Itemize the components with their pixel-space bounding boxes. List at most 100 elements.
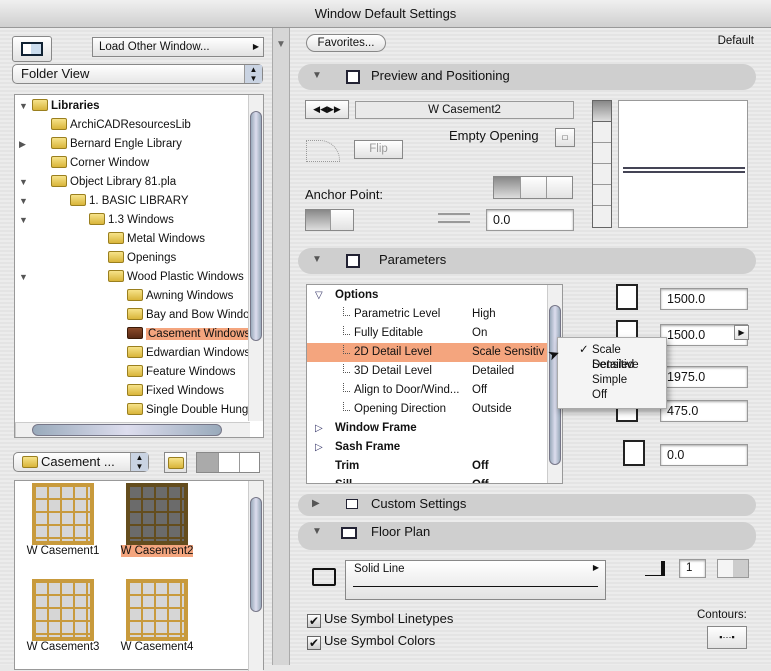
collapsed-triangle-icon[interactable]: ▶: [19, 135, 26, 154]
dimension-input[interactable]: 1500.0: [660, 288, 748, 310]
expanded-triangle-icon[interactable]: ▼: [19, 192, 28, 211]
tree-vertical-scrollbar[interactable]: [248, 95, 263, 421]
expanded-triangle-icon[interactable]: ▽: [315, 286, 323, 305]
large-icons-view-button[interactable]: [197, 453, 218, 472]
view-mode-select[interactable]: Folder View ▲ ▼: [12, 64, 263, 84]
expanded-triangle-icon[interactable]: ▼: [19, 173, 28, 192]
prev-next-buttons[interactable]: ◀◀▶▶: [305, 100, 349, 119]
checkbox-checked-icon[interactable]: ✔: [307, 614, 321, 628]
list-view-button[interactable]: [239, 453, 260, 472]
empty-opening-toggle[interactable]: □: [555, 128, 575, 147]
next-icon[interactable]: ▶▶: [327, 104, 341, 114]
section-view-button[interactable]: [593, 143, 611, 164]
expanded-triangle-icon[interactable]: ▼: [19, 211, 28, 230]
expanded-triangle-icon[interactable]: ▼: [19, 268, 28, 287]
tree-item[interactable]: Feature Windows: [15, 363, 249, 382]
tree-item[interactable]: Metal Windows: [15, 230, 249, 249]
list-view-button[interactable]: [593, 206, 611, 226]
tree-item[interactable]: Fixed Windows: [15, 382, 249, 401]
checkbox-checked-icon[interactable]: ✔: [307, 636, 321, 650]
panel-divider[interactable]: ▼: [272, 28, 290, 665]
parameter-row[interactable]: Sill Off: [307, 476, 557, 483]
dimension-link-button[interactable]: ▶: [734, 325, 749, 340]
tree-item[interactable]: ▼ Object Library 81.pla: [15, 173, 249, 192]
pen-color-swatch[interactable]: [717, 559, 749, 578]
collapsed-triangle-icon[interactable]: ▷: [315, 438, 323, 457]
tree-item[interactable]: ▼ 1. BASIC LIBRARY: [15, 192, 249, 211]
expanded-triangle-icon[interactable]: ▼: [19, 97, 28, 116]
use-symbol-linetypes-checkbox[interactable]: ✔ Use Symbol Linetypes: [307, 611, 453, 628]
anchor-offset-input[interactable]: 0.0: [486, 209, 574, 231]
section-parameters[interactable]: ▼ Parameters: [298, 248, 756, 274]
object-item[interactable]: W Casement4: [112, 579, 202, 653]
parameter-row[interactable]: ▽ Options: [307, 286, 557, 305]
parameter-row[interactable]: 2D Detail Level Scale Sensitiv: [307, 343, 557, 362]
collapse-arrow-icon[interactable]: ▼: [276, 39, 286, 50]
side-view-button[interactable]: [593, 185, 611, 206]
parameter-value[interactable]: Detailed: [472, 362, 514, 381]
parameter-row[interactable]: ▷ Sash Frame: [307, 438, 557, 457]
anchor-type-3[interactable]: [546, 177, 572, 198]
contours-select[interactable]: ▪⋯▪: [707, 626, 747, 649]
tree-item[interactable]: ArchiCADResourcesLib: [15, 116, 249, 135]
scroll-thumb[interactable]: [250, 497, 262, 612]
dimension-input[interactable]: 0.0: [660, 444, 748, 466]
dimension-input[interactable]: 475.0: [660, 400, 748, 422]
parameter-row[interactable]: Opening Direction Outside: [307, 400, 557, 419]
parameter-row[interactable]: 3D Detail Level Detailed: [307, 362, 557, 381]
tree-item[interactable]: Edwardian Windows: [15, 344, 250, 363]
tree-item[interactable]: Single Double Hung: [15, 401, 249, 420]
dimension-input[interactable]: 1975.0: [660, 366, 748, 388]
menu-item[interactable]: Off: [575, 388, 666, 403]
section-floor-plan[interactable]: ▼ Floor Plan: [298, 522, 756, 550]
anchor-left[interactable]: [306, 210, 330, 230]
tree-item[interactable]: ▶ Bernard Engle Library: [15, 135, 249, 154]
parameter-value[interactable]: Outside: [472, 400, 512, 419]
section-custom-settings[interactable]: ▶ Custom Settings: [298, 494, 756, 516]
parameter-value[interactable]: Scale Sensitiv: [472, 343, 544, 362]
collapsed-triangle-icon[interactable]: ▷: [315, 419, 323, 438]
use-symbol-colors-checkbox[interactable]: ✔ Use Symbol Colors: [307, 633, 435, 650]
section-preview-and-positioning[interactable]: ▼ Preview and Positioning: [298, 64, 756, 90]
load-other-window-button[interactable]: Load Other Window... ▶: [92, 37, 264, 57]
parameter-row[interactable]: ▷ Window Frame: [307, 419, 557, 438]
elevation-view-button[interactable]: [593, 122, 611, 143]
tree-item[interactable]: Bay and Bow Windo: [15, 306, 250, 325]
menu-item[interactable]: Detailed: [575, 358, 666, 373]
plan-view-button[interactable]: [593, 101, 611, 122]
line-type-select[interactable]: Solid Line ▶: [345, 560, 606, 600]
object-item[interactable]: W Casement1: [18, 483, 108, 557]
anchor-right[interactable]: [330, 210, 354, 230]
tree-item[interactable]: Corner Window: [15, 154, 249, 173]
parameter-row[interactable]: Trim Off: [307, 457, 557, 476]
parameter-value[interactable]: On: [472, 324, 487, 343]
scroll-thumb[interactable]: [250, 111, 262, 341]
menu-item[interactable]: Simple: [575, 373, 666, 388]
parameter-value[interactable]: Off: [472, 476, 489, 483]
tree-horizontal-scrollbar[interactable]: [15, 422, 250, 437]
parameter-row[interactable]: Parametric Level High: [307, 305, 557, 324]
menu-item[interactable]: ✓ Scale Sensitive: [575, 343, 666, 371]
small-icons-view-button[interactable]: [218, 453, 239, 472]
anchor-type-1[interactable]: [494, 177, 520, 198]
parameter-value[interactable]: High: [472, 305, 496, 324]
parameter-value[interactable]: Off: [472, 457, 489, 476]
parameter-value[interactable]: Off: [472, 381, 487, 400]
anchor-type-2[interactable]: [520, 177, 546, 198]
3d-view-button[interactable]: [593, 164, 611, 185]
object-item[interactable]: W Casement2: [112, 483, 202, 557]
tree-item[interactable]: ▼ Libraries: [15, 97, 249, 116]
previous-icon[interactable]: ◀◀: [313, 104, 327, 114]
parent-folder-button[interactable]: [164, 452, 187, 473]
tree-item[interactable]: Openings: [15, 249, 249, 268]
flip-button[interactable]: Flip: [354, 140, 403, 159]
h-scroll-thumb[interactable]: [32, 424, 222, 436]
pen-number-input[interactable]: 1: [679, 559, 706, 578]
folder-popup[interactable]: Casement ... ▲ ▼: [13, 452, 149, 472]
parameter-row[interactable]: Align to Door/Wind... Off: [307, 381, 557, 400]
tree-item[interactable]: Awning Windows: [15, 287, 249, 306]
tree-item[interactable]: Casement Windows: [15, 325, 253, 344]
layout-menu-button[interactable]: [12, 36, 52, 62]
tree-item[interactable]: ▼ 1.3 Windows: [15, 211, 249, 230]
parameter-row[interactable]: Fully Editable On: [307, 324, 557, 343]
